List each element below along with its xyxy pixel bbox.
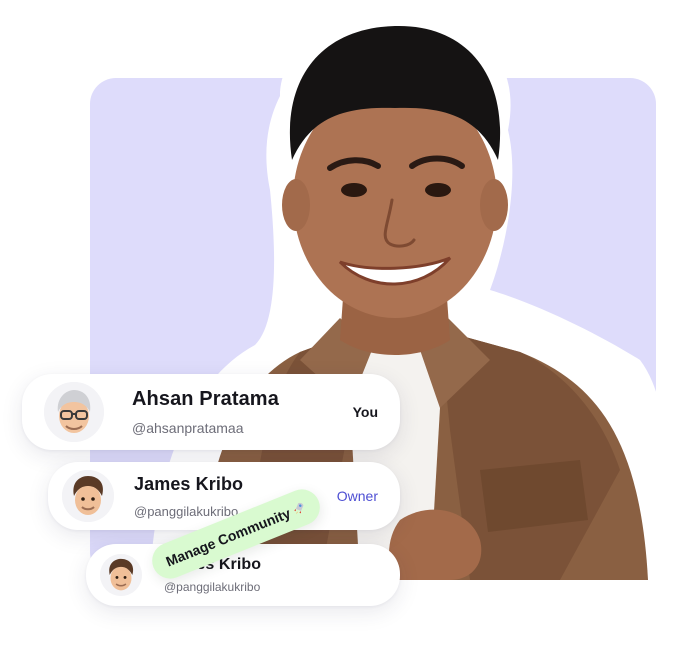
community-hero: Ahsan Pratama @ahsanpratamaa You James K… <box>0 0 690 646</box>
member-role-badge: You <box>352 404 378 420</box>
member-role-badge: Owner <box>336 488 378 504</box>
memoji-grey-hair-glasses-icon <box>44 382 104 442</box>
member-handle: @ahsanpratamaa <box>132 420 244 436</box>
member-name: Ahsan Pratama <box>132 388 279 410</box>
rocket-icon <box>294 502 304 515</box>
member-identity: Ahsan Pratama @ahsanpratamaa <box>132 388 353 436</box>
memoji-curly-hair-icon <box>62 470 114 522</box>
member-card[interactable]: James Kribo @panggilakukribo <box>86 544 400 606</box>
member-card[interactable]: Ahsan Pratama @ahsanpratamaa You <box>22 374 400 450</box>
memoji-curly-hair-icon <box>100 554 142 596</box>
member-handle: @panggilakukribo <box>164 580 261 594</box>
